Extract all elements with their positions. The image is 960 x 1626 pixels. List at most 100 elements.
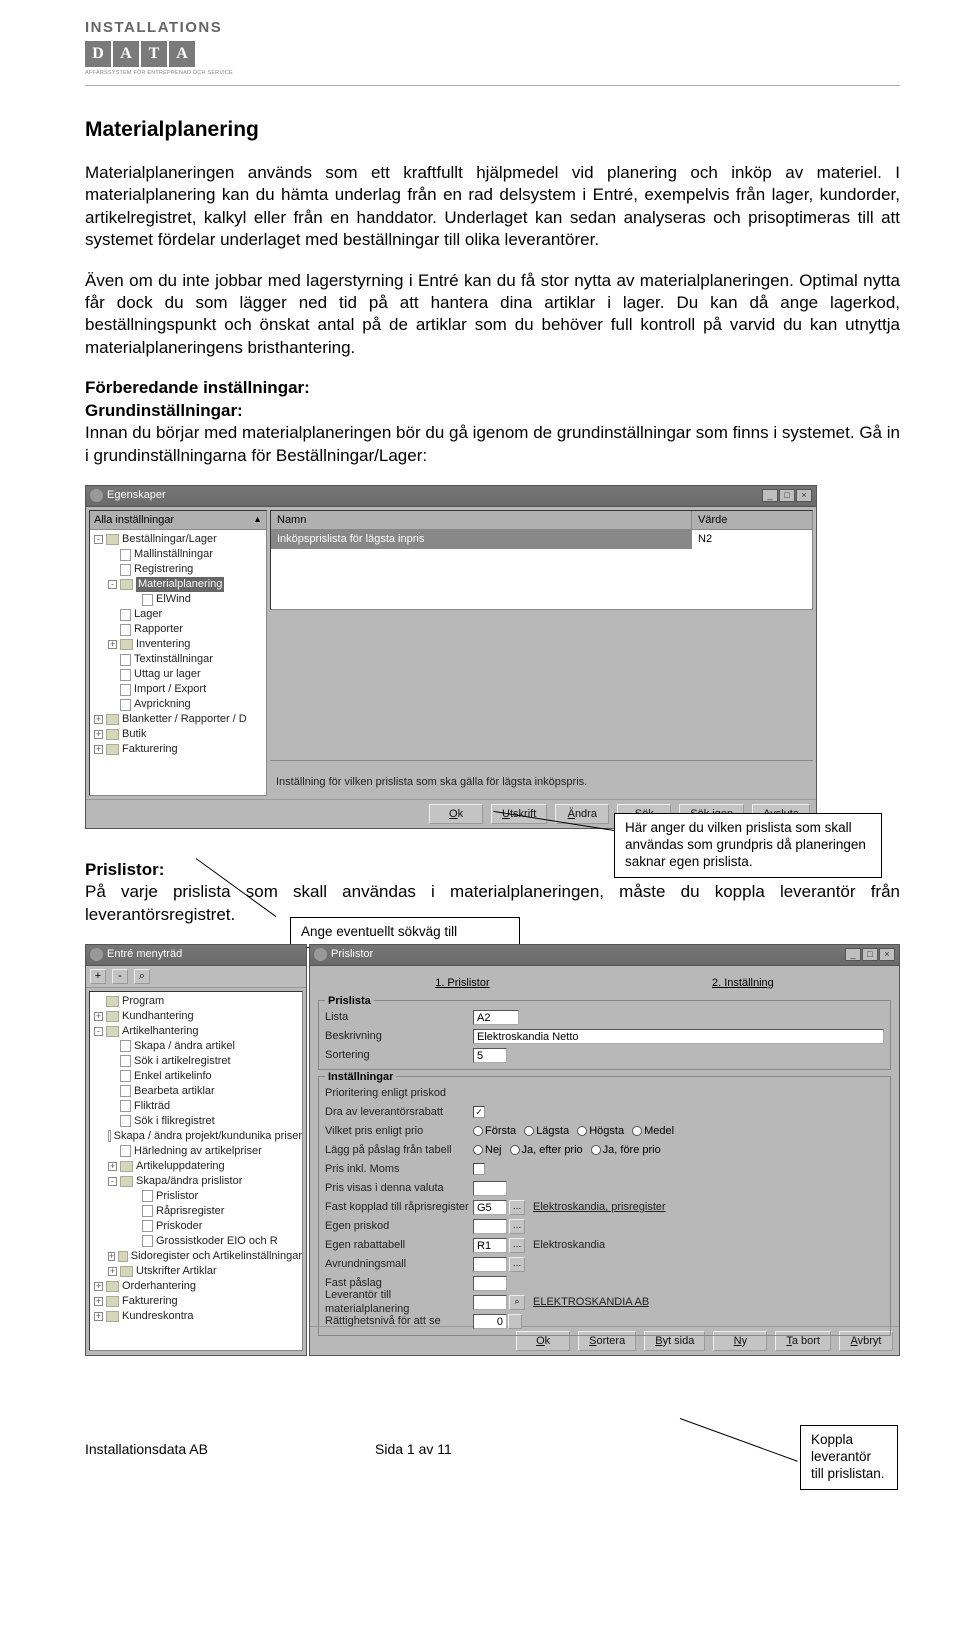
titlebar[interactable]: Egenskaper _ □ × — [86, 486, 816, 507]
expand-icon[interactable]: + — [94, 1282, 103, 1291]
input-rabatt[interactable]: R1 — [473, 1238, 507, 1253]
tree-item[interactable]: +Fakturering — [90, 742, 266, 757]
input-rapris[interactable]: G5 — [473, 1200, 507, 1215]
maximize-button[interactable]: □ — [862, 948, 878, 961]
tree-item[interactable]: -Beställningar/Lager — [90, 532, 266, 547]
tree-item[interactable]: Rapporter — [90, 622, 266, 637]
expand-icon[interactable]: + — [108, 1252, 115, 1261]
tree-item[interactable]: Registrering — [90, 562, 266, 577]
print-button[interactable]: Utskrift — [491, 804, 547, 825]
input-valuta[interactable] — [473, 1181, 507, 1196]
radio-ja-fore[interactable] — [591, 1145, 601, 1155]
tree-item[interactable]: +Blanketter / Rapporter / D — [90, 712, 266, 727]
tree-item[interactable]: +Sidoregister och Artikelinställningar — [90, 1249, 302, 1264]
radio-hogsta[interactable] — [577, 1126, 587, 1136]
tree-item[interactable]: Grossistkoder EIO och R — [90, 1234, 302, 1249]
tree-item[interactable]: +Kundhantering — [90, 1009, 302, 1024]
expand-icon[interactable]: + — [94, 1297, 103, 1306]
grid-cell-value[interactable]: N2 — [692, 530, 812, 549]
tree-item[interactable]: Lager — [90, 607, 266, 622]
grid-cell-name[interactable]: Inköpsprislista för lägsta inpris — [271, 530, 692, 549]
expand-icon[interactable]: + — [108, 1162, 117, 1171]
tree-item[interactable]: Sök i flikregistret — [90, 1114, 302, 1129]
lookup-button[interactable]: ⌕ — [509, 1295, 525, 1310]
checkbox-dra[interactable]: ✓ — [473, 1106, 485, 1118]
toolbar-minus-button[interactable]: - — [112, 969, 128, 984]
maximize-button[interactable]: □ — [779, 489, 795, 502]
tree-item[interactable]: +Kundreskontra — [90, 1309, 302, 1324]
expand-icon[interactable]: + — [94, 715, 103, 724]
tree-item[interactable]: -Materialplanering — [90, 577, 266, 592]
input-rattighet[interactable]: 0 — [473, 1314, 507, 1329]
tree-item[interactable]: -Skapa/ändra prislistor — [90, 1174, 302, 1189]
toolbar-plus-button[interactable]: + — [90, 969, 106, 984]
settings-grid[interactable]: Namn Värde Inköpsprislista för lägsta in… — [270, 510, 813, 610]
collapse-icon[interactable]: - — [108, 1177, 117, 1186]
tree-item[interactable]: Sök i artikelregistret — [90, 1054, 302, 1069]
radio-forsta[interactable] — [473, 1126, 483, 1136]
expand-icon[interactable]: + — [94, 730, 103, 739]
tree-item[interactable]: Program — [90, 994, 302, 1009]
tree-item[interactable]: Enkel artikelinfo — [90, 1069, 302, 1084]
input-beskrivning[interactable]: Elektroskandia Netto — [473, 1029, 884, 1044]
tree-item[interactable]: +Utskrifter Artiklar — [90, 1264, 302, 1279]
tree-item[interactable]: +Artikeluppdatering — [90, 1159, 302, 1174]
input-fastpaslag[interactable] — [473, 1276, 507, 1291]
tree-item[interactable]: ElWind — [90, 592, 266, 607]
toolbar-search-button[interactable]: ⌕ — [134, 969, 150, 984]
radio-ja-efter[interactable] — [510, 1145, 520, 1155]
input-priskod[interactable] — [473, 1219, 507, 1234]
scroll-up-icon[interactable]: ▲ — [253, 514, 262, 526]
tree-item-label: Artikelhantering — [122, 1024, 198, 1039]
titlebar[interactable]: Prislistor _ □ × — [310, 945, 899, 966]
lookup-button[interactable]: … — [509, 1257, 525, 1272]
close-button[interactable]: × — [796, 489, 812, 502]
expand-icon[interactable]: + — [108, 1267, 117, 1276]
lookup-button[interactable]: … — [509, 1238, 525, 1253]
collapse-icon[interactable]: - — [108, 580, 117, 589]
tree-item[interactable]: Avprickning — [90, 697, 266, 712]
expand-icon[interactable]: + — [94, 745, 103, 754]
tree-item[interactable]: +Inventering — [90, 637, 266, 652]
tree-item[interactable]: Flikträd — [90, 1099, 302, 1114]
radio-medel[interactable] — [632, 1126, 642, 1136]
minimize-button[interactable]: _ — [845, 948, 861, 961]
tree-item[interactable]: Skapa / ändra projekt/kundunika priser — [90, 1129, 302, 1144]
lookup-button[interactable]: … — [509, 1219, 525, 1234]
tab-prislistor[interactable]: 1. Prislistor — [435, 976, 489, 991]
radio-nej[interactable] — [473, 1145, 483, 1155]
collapse-icon[interactable]: - — [94, 535, 103, 544]
tree-item[interactable]: Skapa / ändra artikel — [90, 1039, 302, 1054]
minimize-button[interactable]: _ — [762, 489, 778, 502]
tree-item[interactable]: Bearbeta artiklar — [90, 1084, 302, 1099]
radio-lagsta[interactable] — [524, 1126, 534, 1136]
tree-item[interactable]: Priskoder — [90, 1219, 302, 1234]
spinner[interactable] — [508, 1314, 522, 1329]
tree-item[interactable]: - Artikelhantering — [90, 1024, 302, 1039]
input-leverantor[interactable] — [473, 1295, 507, 1310]
input-lista[interactable]: A2 — [473, 1010, 519, 1025]
ok-button[interactable]: Ok — [429, 804, 483, 825]
titlebar[interactable]: Entré menyträd — [86, 945, 306, 966]
expand-icon[interactable]: + — [94, 1312, 103, 1321]
tree-item[interactable]: Import / Export — [90, 682, 266, 697]
tree-item[interactable]: +Butik — [90, 727, 266, 742]
input-avrundning[interactable] — [473, 1257, 507, 1272]
expand-icon[interactable]: + — [94, 1012, 103, 1021]
checkbox-moms[interactable] — [473, 1163, 485, 1175]
tree-item[interactable]: Textinställningar — [90, 652, 266, 667]
collapse-icon[interactable]: - — [94, 1027, 103, 1036]
tree-item[interactable]: Uttag ur lager — [90, 667, 266, 682]
tree-item[interactable]: Råprisregister — [90, 1204, 302, 1219]
tree-item[interactable]: Härledning av artikelpriser — [90, 1144, 302, 1159]
tree-item[interactable]: Mallinställningar — [90, 547, 266, 562]
tree-item[interactable]: +Orderhantering — [90, 1279, 302, 1294]
tab-installning[interactable]: 2. Inställning — [712, 976, 774, 991]
tree-item[interactable]: Prislistor — [90, 1189, 302, 1204]
input-sortering[interactable]: 5 — [473, 1048, 507, 1063]
edit-button[interactable]: Ändra — [555, 804, 609, 825]
tree-item[interactable]: +Fakturering — [90, 1294, 302, 1309]
expand-icon[interactable]: + — [108, 640, 117, 649]
close-button[interactable]: × — [879, 948, 895, 961]
lookup-button[interactable]: … — [509, 1200, 525, 1215]
